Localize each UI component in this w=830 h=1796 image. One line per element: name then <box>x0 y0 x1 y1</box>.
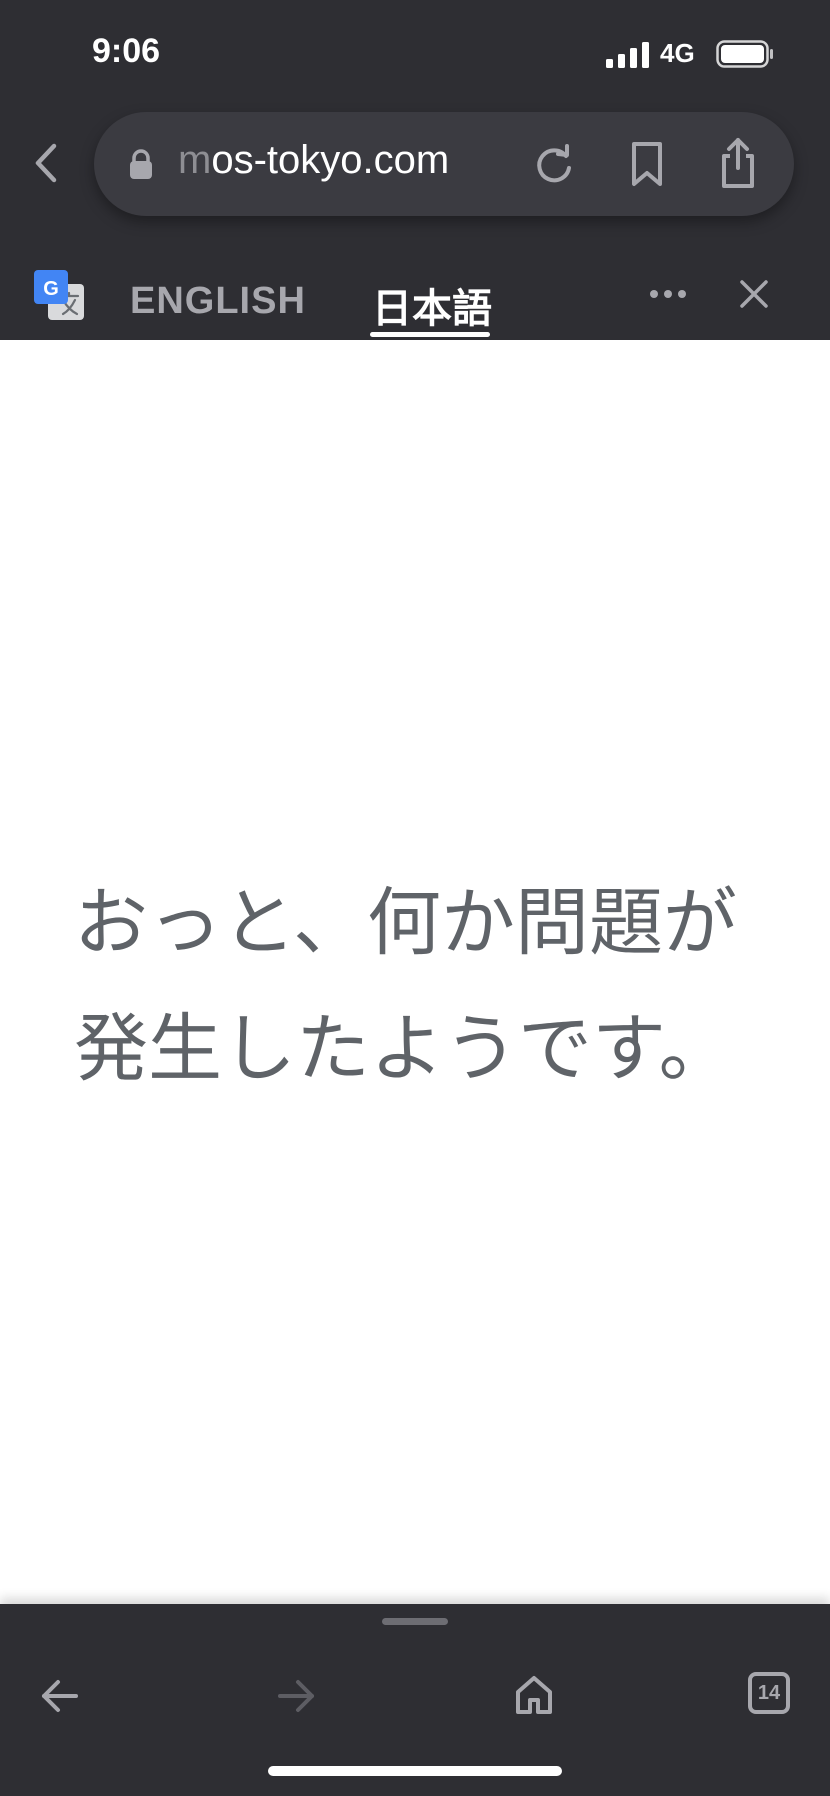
bottom-toolbar: 14 <box>0 1604 830 1796</box>
top-browser-chrome: 9:06 4G mos-tokyo.com G ENGLISH 日本語 <box>0 0 830 340</box>
svg-text:G: G <box>43 278 59 300</box>
home-icon[interactable] <box>514 1674 554 1716</box>
error-message-line-2: 発生したようです。 <box>74 1006 733 1092</box>
address-bar[interactable]: mos-tokyo.com <box>94 112 794 216</box>
url-domain: os-tokyo.com <box>211 138 450 182</box>
tab-english[interactable]: ENGLISH <box>130 280 306 323</box>
network-type: 4G <box>660 38 695 68</box>
tab-japanese[interactable]: 日本語 <box>372 276 492 334</box>
lock-icon <box>130 149 152 179</box>
error-message: おっと、何か問題が 発生したようです。 <box>74 860 774 1112</box>
url-faded-prefix: m <box>178 138 212 182</box>
battery-icon <box>716 40 773 68</box>
status-time: 9:06 <box>92 32 161 70</box>
back-arrow-icon[interactable] <box>40 1676 80 1716</box>
close-icon[interactable] <box>738 278 770 310</box>
translate-bar: G ENGLISH 日本語 <box>0 262 830 340</box>
url-text[interactable]: mos-tokyo.com <box>178 138 449 183</box>
more-options-icon[interactable] <box>648 288 688 300</box>
tab-count: 14 <box>757 1681 781 1704</box>
drag-handle[interactable] <box>382 1618 448 1625</box>
error-message-line-1: おっと、何か問題が <box>74 880 738 966</box>
page-content: おっと、何か問題が 発生したようです。 <box>0 340 830 1604</box>
signal-icon <box>606 42 649 68</box>
reload-icon[interactable] <box>532 142 576 186</box>
google-translate-icon: G <box>34 270 84 320</box>
forward-arrow-icon[interactable] <box>276 1676 316 1716</box>
status-bar: 9:06 4G <box>0 0 830 100</box>
bookmark-icon[interactable] <box>628 140 666 188</box>
back-chevron-icon[interactable] <box>30 140 62 186</box>
tab-switcher-button[interactable]: 14 <box>748 1672 790 1714</box>
home-indicator <box>268 1766 562 1776</box>
selected-language-indicator <box>370 332 490 337</box>
share-icon[interactable] <box>716 136 760 190</box>
